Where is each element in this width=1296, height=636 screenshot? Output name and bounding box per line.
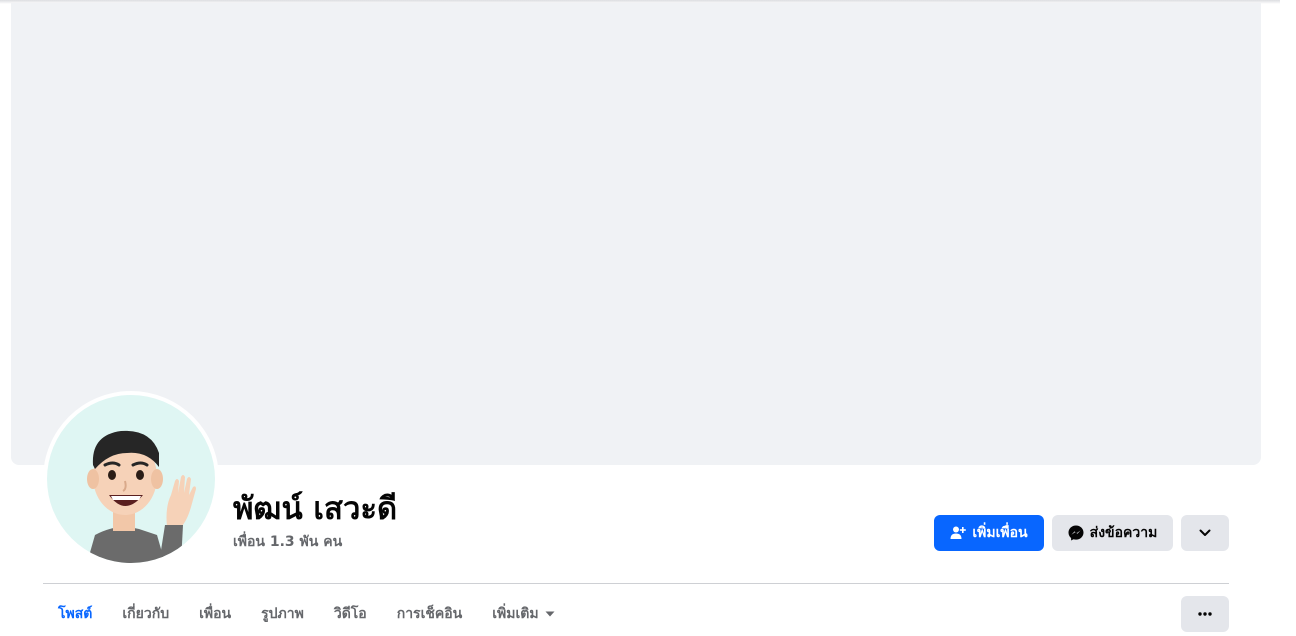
chevron-down-icon [1199, 529, 1211, 537]
caret-down-icon [545, 611, 555, 617]
add-friend-button[interactable]: เพิ่มเพื่อน [934, 515, 1044, 551]
cover-photo[interactable] [11, 3, 1261, 465]
tab-label: การเช็คอิน [396, 606, 463, 622]
profile-divider [43, 583, 1229, 584]
tabs-more-options-button[interactable] [1181, 596, 1229, 632]
avatar-cartoon-icon [87, 430, 196, 563]
profile-tabs: โพสต์ เกี่ยวกับ เพื่อน รูปภาพ วิดีโอ การ… [43, 596, 570, 632]
friends-count[interactable]: เพื่อน 1.3 พัน คน [233, 532, 342, 552]
tab-about[interactable]: เกี่ยวกับ [107, 596, 184, 632]
tab-videos[interactable]: วิดีโอ [319, 596, 382, 632]
profile-name: พัฒน์ เสวะดี [233, 491, 398, 527]
messenger-icon [1068, 525, 1084, 541]
tab-friends[interactable]: เพื่อน [184, 596, 246, 632]
add-friend-label: เพิ่มเพื่อน [972, 525, 1028, 541]
ellipsis-icon [1198, 612, 1212, 616]
profile-picture[interactable] [47, 395, 215, 563]
tab-checkins[interactable]: การเช็คอิน [382, 596, 478, 632]
tab-photos[interactable]: รูปภาพ [246, 596, 319, 632]
tab-label: รูปภาพ [261, 606, 304, 622]
tab-label: เพื่อน [199, 606, 232, 622]
tab-label: โพสต์ [58, 606, 93, 622]
tab-label: เพิ่มเติม [492, 606, 539, 622]
tab-posts[interactable]: โพสต์ [43, 596, 107, 632]
message-label: ส่งข้อความ [1089, 525, 1158, 541]
add-friend-icon [950, 525, 967, 541]
tab-label: วิดีโอ [333, 606, 367, 622]
tab-more[interactable]: เพิ่มเติม [477, 596, 569, 632]
scrollbar-track[interactable] [1280, 0, 1296, 636]
profile-picture-frame[interactable] [43, 391, 219, 567]
message-button[interactable]: ส่งข้อความ [1052, 515, 1173, 551]
profile-more-button[interactable] [1181, 515, 1229, 551]
tab-label: เกี่ยวกับ [122, 606, 170, 622]
